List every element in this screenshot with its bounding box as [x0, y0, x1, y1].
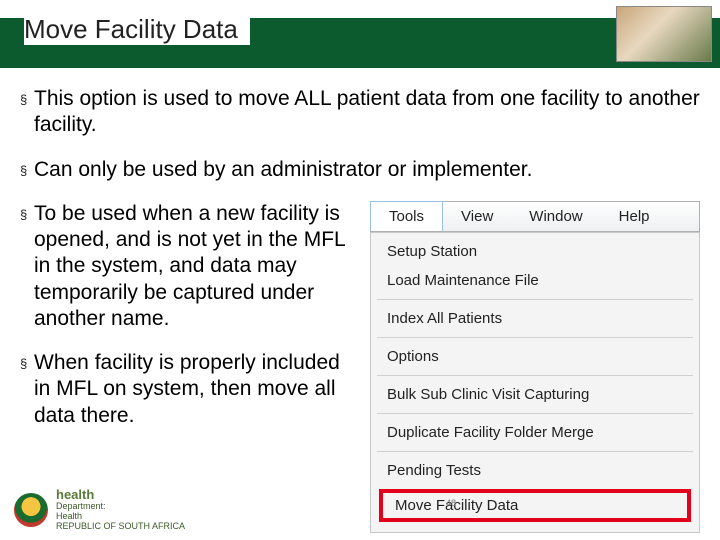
menu-tools[interactable]: Tools [370, 201, 443, 231]
menu-separator [377, 375, 693, 376]
bullet-3: § To be used when a new facility is open… [20, 201, 358, 332]
menu-screenshot: Tools View Window Help Setup Station Loa… [370, 201, 700, 533]
bullet-1-text: This option is used to move ALL patient … [34, 86, 700, 139]
header-photo [616, 6, 712, 62]
bullet-marker-icon: § [20, 201, 34, 332]
left-bullets: § To be used when a new facility is open… [20, 201, 358, 447]
bullet-4-text: When facility is properly included in MF… [34, 350, 358, 429]
menu-setup-station[interactable]: Setup Station [371, 237, 699, 266]
content-area: § This option is used to move ALL patien… [0, 68, 720, 183]
menu-separator [377, 299, 693, 300]
menu-separator [377, 413, 693, 414]
slide-title: Move Facility Data [24, 14, 250, 45]
menu-move-facility[interactable]: Move Facility Data [383, 493, 687, 518]
slide-header: Move Facility Data [0, 0, 720, 68]
menu-options[interactable]: Options [371, 342, 699, 371]
bullet-marker-icon: § [20, 86, 34, 139]
menu-window[interactable]: Window [511, 202, 600, 231]
bullet-3-text: To be used when a new facility is opened… [34, 201, 358, 332]
bullet-4: § When facility is properly included in … [20, 350, 358, 429]
page-number: 48 [446, 498, 456, 508]
bullet-marker-icon: § [20, 157, 34, 183]
coat-of-arms-icon [14, 493, 48, 527]
footer-logo-block: health Department: Health REPUBLIC OF SO… [14, 488, 185, 532]
menu-separator [377, 451, 693, 452]
dept-line3: REPUBLIC OF SOUTH AFRICA [56, 522, 185, 532]
bullet-2-text: Can only be used by an administrator or … [34, 157, 532, 183]
menu-index-all[interactable]: Index All Patients [371, 304, 699, 333]
bullet-1: § This option is used to move ALL patien… [20, 86, 700, 139]
highlighted-menu-item: Move Facility Data [379, 489, 691, 522]
lower-row: § To be used when a new facility is open… [0, 201, 720, 533]
menu-load-maintenance[interactable]: Load Maintenance File [371, 266, 699, 295]
menu-duplicate-merge[interactable]: Duplicate Facility Folder Merge [371, 418, 699, 447]
menu-separator [377, 337, 693, 338]
bullet-marker-icon: § [20, 350, 34, 429]
bullet-2: § Can only be used by an administrator o… [20, 157, 700, 183]
dept-health: health [56, 488, 185, 502]
menu-bulk-sub[interactable]: Bulk Sub Clinic Visit Capturing [371, 380, 699, 409]
menu-pending-tests[interactable]: Pending Tests [371, 456, 699, 485]
menu-bar: Tools View Window Help [370, 201, 700, 232]
department-text: health Department: Health REPUBLIC OF SO… [56, 488, 185, 532]
menu-view[interactable]: View [443, 202, 511, 231]
menu-help[interactable]: Help [601, 202, 668, 231]
tools-dropdown: Setup Station Load Maintenance File Inde… [370, 232, 700, 533]
